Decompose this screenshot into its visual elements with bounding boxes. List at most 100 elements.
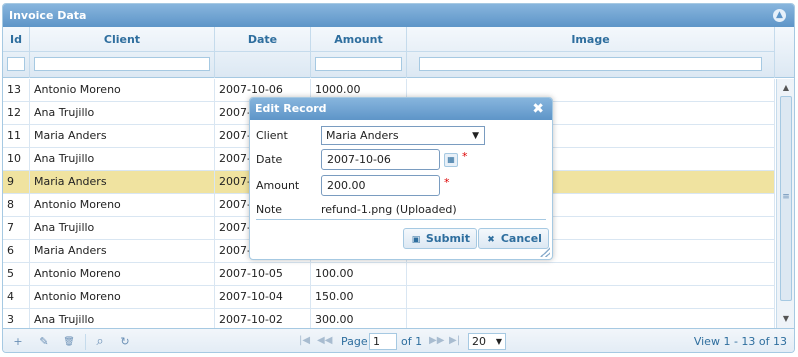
last-page-icon[interactable]: ▶| xyxy=(449,335,460,346)
prev-page-icon[interactable]: ◀◀ xyxy=(317,335,332,346)
cell-client: Ana Trujillo xyxy=(30,102,215,124)
cell-image xyxy=(407,309,775,328)
column-amount[interactable]: Amount xyxy=(311,27,407,78)
cell-amount: 300.00 xyxy=(311,309,407,328)
cell-date: 2007-10-04 xyxy=(215,286,311,308)
page-size-select[interactable]: 20 ▼ xyxy=(468,333,506,350)
date-label: Date xyxy=(256,153,283,166)
filter-id-input[interactable] xyxy=(7,57,25,71)
cell-date: 2007-10-05 xyxy=(215,263,311,285)
page-label: Page xyxy=(341,335,368,348)
grid-pager: + ✎ 🗑 ⌕ ↻ |◀ ◀◀ Page 1 of 1 ▶▶ ▶| 20 ▼ V… xyxy=(3,328,794,352)
column-header-amount[interactable]: Amount xyxy=(311,27,406,52)
filter-image-input[interactable] xyxy=(419,57,762,71)
cell-id: 9 xyxy=(3,171,30,193)
add-icon[interactable]: + xyxy=(11,335,25,349)
amount-input[interactable]: 200.00 xyxy=(321,175,440,196)
delete-icon[interactable]: 🗑 xyxy=(62,335,76,349)
client-select-value: Maria Anders xyxy=(326,129,399,142)
collapse-icon[interactable]: ▲ xyxy=(773,9,786,22)
column-header-date[interactable]: Date xyxy=(215,27,310,52)
calendar-icon[interactable]: ▦ xyxy=(444,153,458,167)
table-row[interactable]: 5 Antonio Moreno 2007-10-05 100.00 xyxy=(3,263,775,286)
client-select[interactable]: Maria Anders ▼ xyxy=(321,126,485,145)
cell-client: Maria Anders xyxy=(30,240,215,262)
date-field-row: Date 2007-10-06 ▦ * xyxy=(256,149,546,171)
cell-client: Antonio Moreno xyxy=(30,263,215,285)
cell-id: 4 xyxy=(3,286,30,308)
cell-client: Ana Trujillo xyxy=(30,309,215,328)
cell-id: 10 xyxy=(3,148,30,170)
cell-date: 2007-10-02 xyxy=(215,309,311,328)
submit-label: Submit xyxy=(425,232,470,245)
note-field-row: Note refund-1.png (Uploaded) xyxy=(256,199,546,221)
required-mark: * xyxy=(462,150,468,163)
close-icon[interactable]: ✖ xyxy=(532,98,544,120)
table-row[interactable]: 4 Antonio Moreno 2007-10-04 150.00 xyxy=(3,286,775,309)
table-row[interactable]: 3 Ana Trujillo 2007-10-02 300.00 xyxy=(3,309,775,328)
cell-amount: 150.00 xyxy=(311,286,407,308)
cell-amount: 100.00 xyxy=(311,263,407,285)
dialog-title-bar[interactable]: Edit Record ✖ xyxy=(250,98,552,120)
view-records-text: View 1 - 13 of 13 xyxy=(693,335,787,348)
column-date[interactable]: Date xyxy=(215,27,311,78)
column-id[interactable]: Id xyxy=(3,27,30,78)
cell-client: Maria Anders xyxy=(30,125,215,147)
resize-handle[interactable] xyxy=(540,247,550,257)
grid-header: Id Client Date Amount Image xyxy=(3,27,794,78)
save-icon: ▣ xyxy=(411,235,421,245)
note-label: Note xyxy=(256,203,283,216)
cell-client: Maria Anders xyxy=(30,171,215,193)
note-value: refund-1.png (Uploaded) xyxy=(321,203,457,216)
filter-client-input[interactable] xyxy=(34,57,210,71)
cell-id: 12 xyxy=(3,102,30,124)
cell-client: Ana Trujillo xyxy=(30,148,215,170)
scroll-down-icon[interactable]: ▼ xyxy=(780,313,792,325)
scroll-thumb[interactable]: ≡ xyxy=(780,96,792,301)
dialog-title: Edit Record xyxy=(255,102,327,115)
scroll-up-icon[interactable]: ▲ xyxy=(780,82,792,94)
cell-client: Antonio Moreno xyxy=(30,79,215,101)
cell-id: 6 xyxy=(3,240,30,262)
cell-id: 7 xyxy=(3,217,30,239)
cell-client: Antonio Moreno xyxy=(30,286,215,308)
column-client[interactable]: Client xyxy=(30,27,215,78)
amount-label: Amount xyxy=(256,179,300,192)
edit-icon[interactable]: ✎ xyxy=(37,335,51,349)
edit-record-dialog: Edit Record ✖ Client Maria Anders ▼ Date… xyxy=(249,97,553,260)
cell-image xyxy=(407,263,775,285)
refresh-icon[interactable]: ↻ xyxy=(118,335,132,349)
chevron-down-icon: ▼ xyxy=(472,131,479,141)
grid-title: Invoice Data xyxy=(9,9,87,22)
page-total-label: of 1 xyxy=(401,335,423,348)
column-header-client[interactable]: Client xyxy=(30,27,214,52)
cell-image xyxy=(407,286,775,308)
cell-id: 3 xyxy=(3,309,30,328)
search-icon[interactable]: ⌕ xyxy=(93,335,107,349)
dialog-divider xyxy=(256,219,546,220)
first-page-icon[interactable]: |◀ xyxy=(299,335,310,346)
cell-client: Ana Trujillo xyxy=(30,217,215,239)
cell-id: 11 xyxy=(3,125,30,147)
amount-field-row: Amount 200.00 * xyxy=(256,175,546,197)
page-size-value: 20 xyxy=(472,335,486,348)
date-input[interactable]: 2007-10-06 xyxy=(321,149,440,170)
cancel-icon: ✖ xyxy=(487,235,495,245)
pager-divider xyxy=(85,334,86,350)
column-header-image[interactable]: Image xyxy=(407,27,774,52)
submit-button[interactable]: ▣ Submit xyxy=(403,228,477,249)
column-image[interactable]: Image xyxy=(407,27,775,78)
next-page-icon[interactable]: ▶▶ xyxy=(429,335,444,346)
client-field-row: Client Maria Anders ▼ xyxy=(256,125,546,147)
filter-amount-input[interactable] xyxy=(315,57,402,71)
cell-id: 8 xyxy=(3,194,30,216)
cancel-label: Cancel xyxy=(500,232,542,245)
vertical-scrollbar[interactable]: ▲ ≡ ▼ xyxy=(776,79,794,328)
column-header-id[interactable]: Id xyxy=(3,27,29,52)
cell-client: Antonio Moreno xyxy=(30,194,215,216)
page-number-input[interactable]: 1 xyxy=(369,333,397,350)
cell-id: 13 xyxy=(3,79,30,101)
required-mark: * xyxy=(444,176,450,189)
client-label: Client xyxy=(256,129,288,142)
cancel-button[interactable]: ✖ Cancel xyxy=(478,228,549,249)
